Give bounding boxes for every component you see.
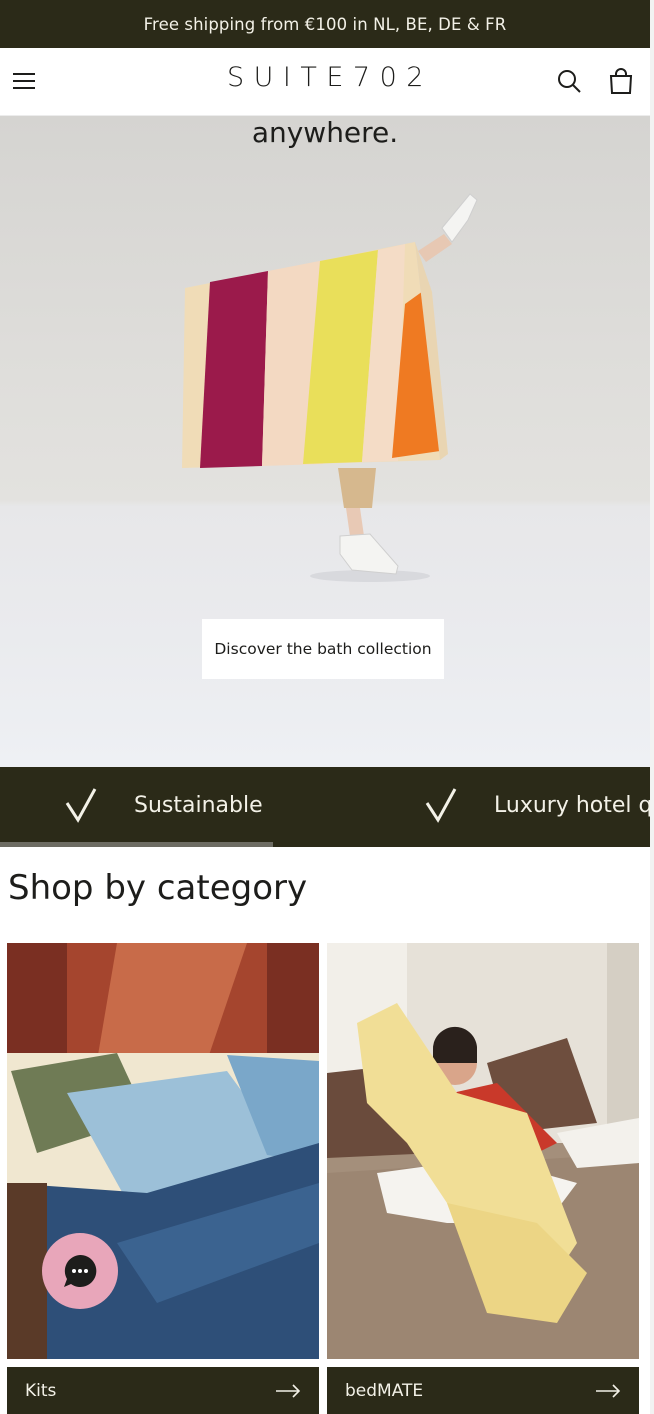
chat-button[interactable] bbox=[42, 1233, 118, 1309]
checkmark-icon bbox=[65, 788, 97, 823]
announcement-text: Free shipping from €100 in NL, BE, DE & … bbox=[143, 14, 507, 34]
usp-label: Luxury hotel qu bbox=[494, 792, 650, 818]
category-footer[interactable]: Kits bbox=[7, 1367, 319, 1414]
hero-headline: anywhere. bbox=[251, 116, 399, 149]
category-label: Kits bbox=[25, 1380, 57, 1401]
discover-bath-collection-button[interactable]: Discover the bath collection bbox=[202, 619, 444, 679]
usp-carousel[interactable]: Sustainable Luxury hotel qu bbox=[0, 767, 650, 847]
category-card-bedmate[interactable]: bedMATE bbox=[327, 943, 639, 1414]
usp-progress-track bbox=[0, 842, 650, 847]
chat-bubble-icon bbox=[64, 1254, 97, 1287]
usp-item: Luxury hotel qu bbox=[424, 767, 650, 843]
striped-towel bbox=[182, 242, 448, 468]
shopping-bag-icon bbox=[609, 68, 633, 94]
category-label: bedMATE bbox=[345, 1380, 424, 1401]
checkmark-icon bbox=[425, 788, 457, 823]
search-button[interactable] bbox=[556, 68, 582, 94]
category-card-kits[interactable]: Kits bbox=[7, 943, 319, 1414]
usp-item: Sustainable bbox=[64, 767, 263, 843]
category-footer[interactable]: bedMATE bbox=[327, 1367, 639, 1414]
arrow-right-icon bbox=[596, 1383, 621, 1398]
usp-progress-fill bbox=[0, 842, 273, 847]
search-icon bbox=[558, 70, 581, 93]
usp-label: Sustainable bbox=[134, 792, 263, 818]
announcement-bar: Free shipping from €100 in NL, BE, DE & … bbox=[0, 0, 650, 48]
section-title: Shop by category bbox=[8, 868, 308, 908]
category-image bbox=[327, 943, 639, 1359]
cart-button[interactable] bbox=[607, 67, 635, 95]
site-logo[interactable]: SUITE702 bbox=[0, 62, 650, 93]
arrow-right-icon bbox=[276, 1383, 301, 1398]
scrollbar[interactable] bbox=[650, 0, 654, 1414]
hero-banner: anywhere. Discover the bath collection bbox=[0, 116, 650, 767]
site-header: SUITE702 bbox=[0, 48, 650, 116]
